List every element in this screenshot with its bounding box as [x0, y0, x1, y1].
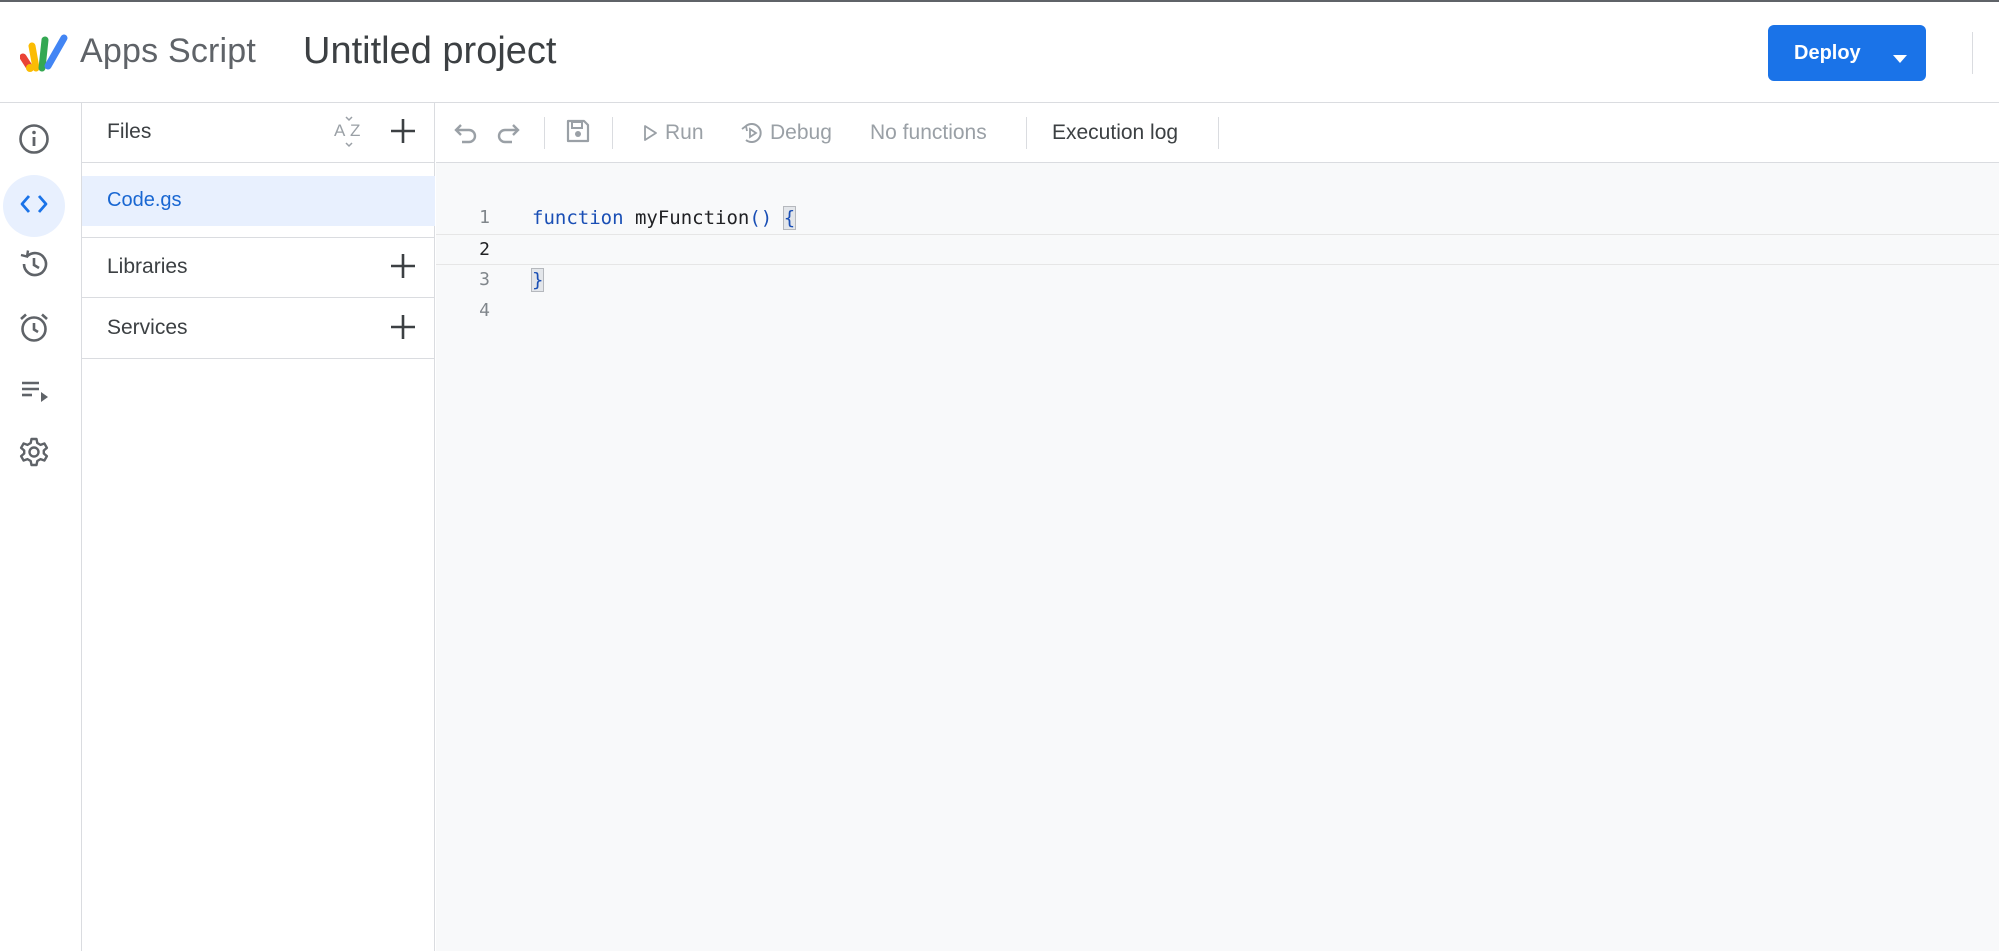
svg-text:A: A: [334, 121, 346, 140]
execution-log-label: Execution log: [1052, 121, 1179, 144]
toolbar-divider: [544, 117, 545, 149]
apps-script-logo-icon[interactable]: [19, 30, 75, 75]
play-icon: [641, 124, 659, 142]
deploy-button[interactable]: Deploy: [1768, 25, 1926, 81]
code-line-current: 2: [436, 234, 1999, 265]
code-brace: }: [530, 268, 545, 292]
add-library-button[interactable]: [385, 250, 421, 286]
debug-icon: [740, 121, 764, 145]
sort-az-icon: A Z: [333, 114, 367, 153]
code-icon: [17, 187, 51, 226]
libraries-label: Libraries: [107, 255, 188, 278]
alarm-clock-icon: [17, 310, 51, 349]
rail-overview-button[interactable]: [3, 110, 65, 172]
undo-button[interactable]: [452, 103, 480, 163]
file-name: Code.gs: [107, 189, 182, 211]
code-parens: (): [749, 207, 773, 229]
run-button[interactable]: Run: [641, 103, 704, 163]
debug-button[interactable]: Debug: [740, 103, 832, 163]
execution-log-button[interactable]: Execution log: [1052, 103, 1178, 163]
info-icon: [17, 122, 51, 161]
executions-list-icon: [17, 373, 51, 412]
add-file-button[interactable]: [385, 115, 421, 151]
undo-icon: [452, 117, 480, 150]
files-panel: Files A Z Code.gs Libraries Services: [82, 103, 435, 951]
line-number: 3: [479, 269, 490, 290]
debug-label: Debug: [770, 121, 832, 144]
rail-editor-button[interactable]: [3, 175, 65, 237]
add-service-button[interactable]: [385, 311, 421, 347]
toolbar-divider: [1218, 117, 1219, 149]
apps-script-window: Apps Script Untitled project Deploy File…: [0, 0, 1999, 951]
editor-toolbar: Run Debug No functions Execution log: [436, 103, 1999, 163]
services-section: Services: [82, 299, 435, 359]
line-number: 1: [479, 207, 490, 228]
redo-button[interactable]: [494, 103, 522, 163]
gear-icon: [17, 435, 51, 474]
code-text: }: [530, 268, 545, 292]
deploy-button-label: Deploy: [1794, 41, 1861, 64]
plus-icon: [389, 117, 417, 150]
history-icon: [17, 247, 51, 286]
rail-executions-button[interactable]: [3, 361, 65, 423]
save-icon: [564, 117, 592, 150]
left-nav-rail: [0, 103, 82, 951]
svg-text:Z: Z: [350, 121, 360, 140]
code-text: function myFunction() {: [532, 206, 797, 230]
line-number: 2: [479, 239, 490, 260]
redo-icon: [494, 117, 522, 150]
toolbar-divider: [612, 117, 613, 149]
top-bar: Apps Script Untitled project Deploy: [0, 0, 1999, 103]
sort-files-button[interactable]: A Z: [332, 115, 368, 151]
code-brace: {: [782, 206, 797, 230]
plus-icon: [389, 313, 417, 346]
toolbar-divider: [1026, 117, 1027, 149]
code-keyword: function: [532, 207, 624, 229]
code-line: 4: [436, 296, 1999, 327]
files-header: Files A Z: [82, 103, 435, 163]
file-item-code-gs[interactable]: Code.gs: [82, 176, 435, 226]
code-line: 1 function myFunction() {: [436, 203, 1999, 234]
rail-settings-button[interactable]: [3, 423, 65, 485]
function-select-value: No functions: [870, 121, 987, 144]
save-button[interactable]: [564, 103, 592, 163]
code-editor[interactable]: 1 function myFunction() { 2 3 } 4: [436, 163, 1999, 951]
libraries-section: Libraries: [82, 238, 435, 298]
function-select[interactable]: No functions: [870, 103, 987, 163]
rail-triggers-button[interactable]: [3, 298, 65, 360]
app-name: Apps Script: [80, 32, 257, 70]
files-label: Files: [107, 120, 152, 143]
plus-icon: [389, 252, 417, 285]
code-identifier: myFunction: [623, 207, 750, 229]
services-label: Services: [107, 316, 188, 339]
header-divider: [1972, 32, 1973, 74]
line-number: 4: [479, 300, 490, 321]
project-title[interactable]: Untitled project: [303, 30, 556, 73]
caret-down-icon: [1892, 47, 1908, 70]
rail-history-button[interactable]: [3, 235, 65, 297]
code-line: 3 }: [436, 265, 1999, 296]
run-label: Run: [665, 121, 704, 144]
